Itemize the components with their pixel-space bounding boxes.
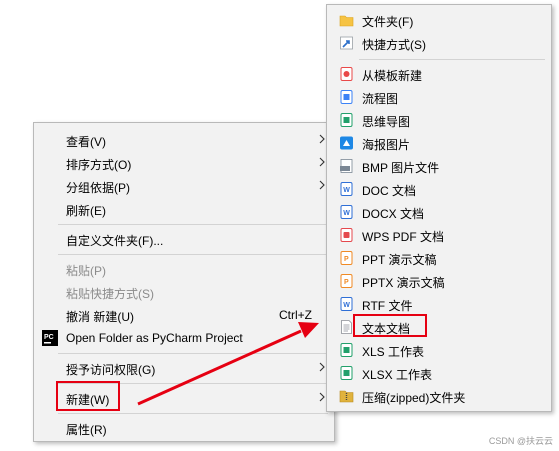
- submenu-item-label: 从模板新建: [362, 69, 423, 83]
- pdf-icon: [340, 228, 353, 242]
- submenu-item-label: 文件夹(F): [362, 15, 414, 29]
- submenu-item-label: BMP 图片文件: [362, 161, 440, 175]
- rtf-icon: W: [340, 297, 353, 311]
- doc-icon: W: [340, 182, 353, 196]
- submenu-item-mindmap[interactable]: 思维导图: [327, 109, 551, 132]
- submenu-item-from-template[interactable]: 从模板新建: [327, 63, 551, 86]
- submenu-item-label: 流程图: [362, 92, 399, 106]
- pptx-icon: P: [340, 274, 353, 288]
- chevron-right-icon: [319, 392, 325, 402]
- ppt-icon: P: [340, 251, 353, 265]
- submenu-item-zip-folder[interactable]: 压缩(zipped)文件夹: [327, 385, 551, 408]
- menu-item-label: Open Folder as PyCharm Project: [66, 331, 243, 345]
- shortcut-text: Ctrl+Z: [279, 308, 312, 322]
- menu-item-label: 粘贴(P): [66, 264, 106, 278]
- submenu-item-label: 海报图片: [362, 138, 411, 152]
- menu-item-label: 自定义文件夹(F)...: [66, 234, 164, 248]
- menu-separator: [359, 59, 545, 60]
- submenu-item-bmp[interactable]: BMP 图片文件: [327, 155, 551, 178]
- chevron-right-icon: [319, 180, 325, 190]
- submenu-item-pptx[interactable]: P PPTX 演示文稿: [327, 270, 551, 293]
- svg-text:W: W: [343, 302, 350, 309]
- chevron-right-icon: [319, 134, 325, 144]
- new-submenu: 文件夹(F) 快捷方式(S) 从模板新建 流程图 思维导图 海报图片 BMP 图…: [326, 4, 552, 412]
- submenu-item-folder[interactable]: 文件夹(F): [327, 9, 551, 32]
- docx-icon: W: [340, 205, 353, 219]
- menu-item-undo-new[interactable]: 撤消 新建(U) Ctrl+Z: [34, 304, 334, 327]
- flowchart-icon: [340, 90, 353, 104]
- chevron-right-icon: [319, 362, 325, 372]
- submenu-item-xls[interactable]: XLS 工作表: [327, 339, 551, 362]
- submenu-item-poster[interactable]: 海报图片: [327, 132, 551, 155]
- submenu-item-label: DOCX 文档: [362, 207, 425, 221]
- shortcut-icon: [340, 36, 353, 50]
- submenu-item-label: WPS PDF 文档: [362, 230, 445, 244]
- submenu-item-label: 快捷方式(S): [362, 38, 426, 52]
- menu-item-label: 粘贴快捷方式(S): [66, 287, 154, 301]
- xlsx-icon: [340, 366, 353, 380]
- menu-item-customize-folder[interactable]: 自定义文件夹(F)...: [34, 228, 334, 251]
- menu-item-label: 分组依据(P): [66, 181, 130, 195]
- menu-item-paste-shortcut[interactable]: 粘贴快捷方式(S): [34, 281, 334, 304]
- submenu-item-docx[interactable]: W DOCX 文档: [327, 201, 551, 224]
- submenu-item-label: 思维导图: [362, 115, 411, 129]
- chevron-right-icon: [319, 157, 325, 167]
- submenu-item-ppt[interactable]: P PPT 演示文稿: [327, 247, 551, 270]
- svg-text:P: P: [344, 256, 349, 263]
- menu-item-view[interactable]: 查看(V): [34, 129, 334, 152]
- svg-text:PC: PC: [44, 334, 54, 341]
- poster-icon: [340, 136, 353, 150]
- text-document-icon: [341, 320, 352, 334]
- highlight-text-document: [353, 314, 427, 337]
- template-icon: [340, 67, 353, 81]
- menu-item-label: 撤消 新建(U): [66, 310, 134, 324]
- svg-text:P: P: [344, 279, 349, 286]
- submenu-item-pdf[interactable]: WPS PDF 文档: [327, 224, 551, 247]
- menu-item-group-by[interactable]: 分组依据(P): [34, 175, 334, 198]
- submenu-item-label: PPT 演示文稿: [362, 253, 437, 267]
- submenu-item-flowchart[interactable]: 流程图: [327, 86, 551, 109]
- menu-item-give-access[interactable]: 授予访问权限(G): [34, 357, 334, 380]
- menu-item-label: 授予访问权限(G): [66, 363, 156, 377]
- submenu-item-label: PPTX 演示文稿: [362, 276, 445, 290]
- submenu-item-label: RTF 文件: [362, 299, 413, 313]
- menu-separator: [58, 224, 328, 225]
- submenu-item-xlsx[interactable]: XLSX 工作表: [327, 362, 551, 385]
- menu-item-label: 查看(V): [66, 135, 106, 149]
- menu-item-open-pycharm[interactable]: PC Open Folder as PyCharm Project: [34, 327, 334, 350]
- mindmap-icon: [340, 113, 353, 127]
- menu-item-label: 排序方式(O): [66, 158, 132, 172]
- highlight-new-item: [56, 381, 120, 411]
- submenu-item-rtf[interactable]: W RTF 文件: [327, 293, 551, 316]
- xls-icon: [340, 343, 353, 357]
- menu-item-label: 刷新(E): [66, 204, 106, 218]
- watermark: CSDN @扶云云: [488, 436, 553, 446]
- submenu-item-shortcut[interactable]: 快捷方式(S): [327, 32, 551, 55]
- folder-icon: [339, 15, 354, 27]
- menu-item-refresh[interactable]: 刷新(E): [34, 198, 334, 221]
- pycharm-icon: PC: [42, 330, 58, 346]
- menu-item-paste[interactable]: 粘贴(P): [34, 258, 334, 281]
- menu-separator: [58, 353, 328, 354]
- submenu-item-label: XLSX 工作表: [362, 368, 433, 382]
- submenu-item-label: 压缩(zipped)文件夹: [362, 391, 466, 405]
- svg-text:W: W: [343, 187, 350, 194]
- menu-separator: [58, 413, 328, 414]
- menu-item-label: 属性(R): [66, 423, 107, 437]
- submenu-item-doc[interactable]: W DOC 文档: [327, 178, 551, 201]
- svg-text:W: W: [343, 210, 350, 217]
- menu-item-properties[interactable]: 属性(R): [34, 417, 334, 440]
- bmp-icon: [340, 159, 353, 173]
- menu-item-sort-by[interactable]: 排序方式(O): [34, 152, 334, 175]
- zip-folder-icon: [339, 390, 354, 403]
- submenu-item-label: DOC 文档: [362, 184, 417, 198]
- submenu-item-label: XLS 工作表: [362, 345, 425, 359]
- menu-separator: [58, 254, 328, 255]
